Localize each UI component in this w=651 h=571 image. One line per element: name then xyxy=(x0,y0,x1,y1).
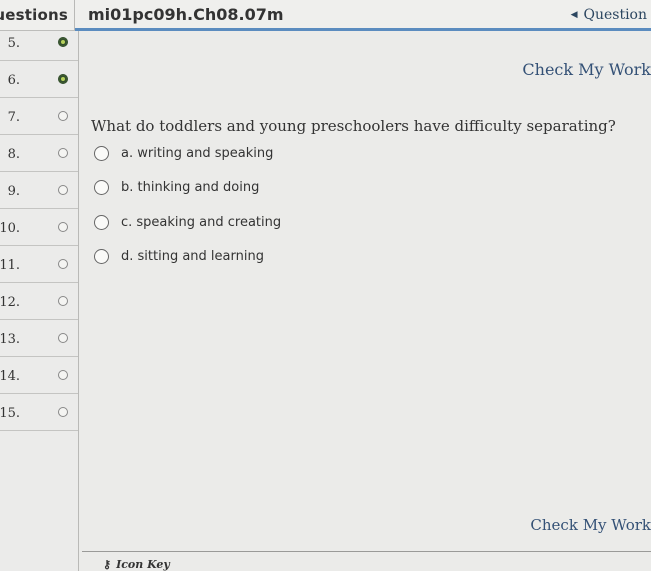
radio-icon[interactable] xyxy=(94,214,109,230)
complete-icon xyxy=(58,74,68,84)
choice-c[interactable]: c. speaking and creating xyxy=(94,212,281,232)
status-circle-icon xyxy=(58,370,68,380)
question-text: What do toddlers and young preschoolers … xyxy=(91,117,616,135)
choice-d[interactable]: d. sitting and learning xyxy=(94,246,264,266)
triangle-left-icon: ◀ xyxy=(570,10,578,20)
top-bar: Questions mi01pc09h.Ch08.07m ◀ Question xyxy=(0,0,651,31)
status-circle-icon xyxy=(58,148,68,158)
choice-a[interactable]: a. writing and speaking xyxy=(94,143,273,163)
question-row-13[interactable]: 13. xyxy=(0,320,78,357)
status-circle-icon xyxy=(58,185,68,195)
status-circle-icon xyxy=(58,333,68,343)
choice-label: b. thinking and doing xyxy=(121,179,260,195)
status-circle-icon xyxy=(58,222,68,232)
complete-icon xyxy=(58,37,68,47)
radio-icon[interactable] xyxy=(94,248,109,264)
question-row-8[interactable]: 8. xyxy=(0,135,78,172)
question-number: 12. xyxy=(0,295,20,310)
question-nav-label: Question xyxy=(583,7,647,23)
question-row-9[interactable]: 9. xyxy=(0,172,78,209)
question-number: 8. xyxy=(7,147,20,162)
question-row-6[interactable]: 6. xyxy=(0,61,78,98)
question-row-10[interactable]: 10. xyxy=(0,209,78,246)
check-my-work-bottom-button[interactable]: Check My Work xyxy=(530,516,651,534)
question-number: 6. xyxy=(7,73,20,88)
choice-label: d. sitting and learning xyxy=(121,248,264,264)
question-number: 14. xyxy=(0,369,20,384)
icon-key-label: Icon Key xyxy=(116,558,170,571)
question-number: 7. xyxy=(7,110,20,125)
question-number: 13. xyxy=(0,332,20,347)
question-number: 15. xyxy=(0,406,20,421)
question-row-14[interactable]: 14. xyxy=(0,357,78,394)
status-circle-icon xyxy=(58,259,68,269)
icon-key-link[interactable]: ⚷ Icon Key xyxy=(103,558,170,571)
question-row-7[interactable]: 7. xyxy=(0,98,78,135)
radio-icon[interactable] xyxy=(94,179,109,195)
questions-tab[interactable]: Questions xyxy=(0,0,75,31)
question-number: 5. xyxy=(7,36,20,51)
question-number: 9. xyxy=(7,184,20,199)
question-number: 11. xyxy=(0,258,20,273)
footer-divider xyxy=(82,551,651,552)
question-row-15[interactable]: 15. xyxy=(0,394,78,431)
radio-icon[interactable] xyxy=(94,145,109,161)
question-row-12[interactable]: 12. xyxy=(0,283,78,320)
status-circle-icon xyxy=(58,296,68,306)
choice-label: c. speaking and creating xyxy=(121,214,282,230)
questions-tab-label: Questions xyxy=(0,6,68,24)
question-row-11[interactable]: 11. xyxy=(0,246,78,283)
key-icon: ⚷ xyxy=(103,558,112,571)
status-circle-icon xyxy=(58,407,68,417)
question-row-5[interactable]: 5. xyxy=(0,31,78,61)
choice-label: a. writing and speaking xyxy=(121,145,274,161)
question-list: 5. 6. 7. 8. 9. 10. 11. 12. 13. 14. 15. xyxy=(0,31,79,571)
status-circle-icon xyxy=(58,111,68,121)
assignment-title: mi01pc09h.Ch08.07m xyxy=(88,5,284,24)
question-panel: Check My Work What do toddlers and young… xyxy=(79,31,651,571)
question-number: 10. xyxy=(0,221,20,236)
choice-b[interactable]: b. thinking and doing xyxy=(94,177,259,197)
check-my-work-top-button[interactable]: Check My Work xyxy=(522,60,651,79)
question-nav-button[interactable]: ◀ Question xyxy=(571,7,647,23)
